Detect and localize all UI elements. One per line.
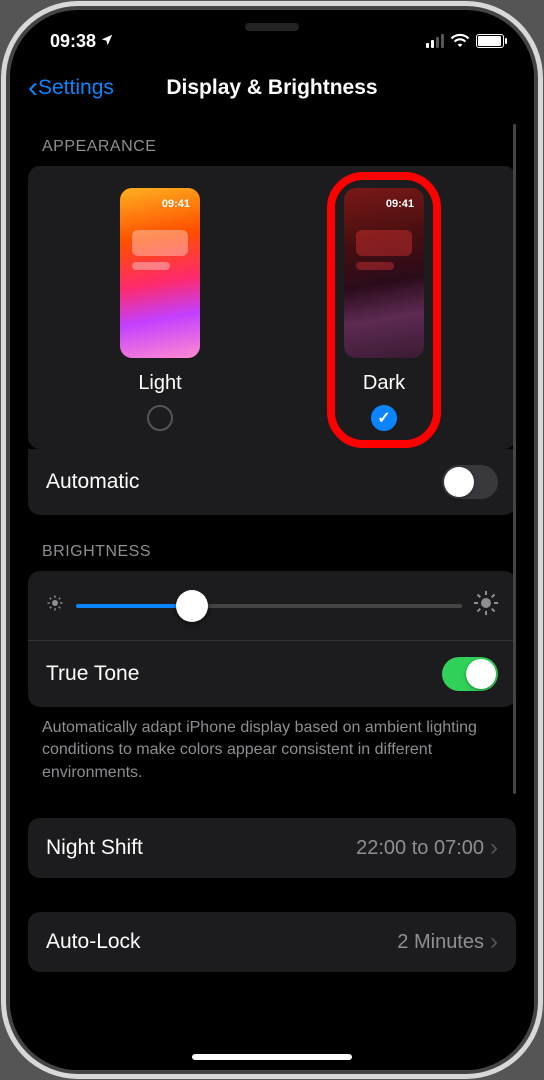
brightness-panel: True Tone (28, 571, 516, 707)
cellular-signal-icon (426, 34, 444, 48)
theme-option-light[interactable]: 09:41 Light (75, 188, 245, 431)
chevron-right-icon: › (490, 834, 498, 862)
chevron-right-icon: › (490, 928, 498, 956)
theme-label-light: Light (138, 372, 181, 395)
auto-lock-panel: Auto-Lock 2 Minutes › (28, 912, 516, 972)
auto-lock-label: Auto-Lock (46, 930, 141, 954)
appearance-header: APPEARANCE (28, 116, 516, 166)
auto-lock-row[interactable]: Auto-Lock 2 Minutes › (28, 912, 516, 972)
night-shift-panel: Night Shift 22:00 to 07:00 › (28, 818, 516, 878)
theme-thumbnail-dark: 09:41 (344, 188, 424, 358)
location-icon (100, 31, 114, 52)
thumb-time-light: 09:41 (162, 198, 190, 210)
true-tone-row: True Tone (28, 640, 516, 707)
auto-lock-value: 2 Minutes (397, 931, 484, 954)
thumb-time-dark: 09:41 (386, 198, 414, 210)
battery-icon (476, 34, 504, 48)
theme-radio-light[interactable] (147, 405, 173, 431)
notch (157, 10, 387, 44)
brightness-slider-knob[interactable] (176, 590, 208, 622)
home-indicator[interactable] (192, 1054, 352, 1060)
back-button[interactable]: ‹ Settings (28, 73, 114, 103)
true-tone-label: True Tone (46, 662, 139, 686)
chevron-left-icon: ‹ (28, 73, 38, 103)
theme-label-dark: Dark (363, 372, 405, 395)
theme-radio-dark[interactable] (371, 405, 397, 431)
scrollbar[interactable] (513, 124, 516, 794)
brightness-low-icon (46, 594, 64, 617)
true-tone-footnote: Automatically adapt iPhone display based… (28, 707, 516, 784)
screen: ‹ Settings Display & Brightness APPEARAN… (10, 60, 534, 1070)
theme-thumbnail-light: 09:41 (120, 188, 200, 358)
true-tone-toggle[interactable] (442, 657, 498, 691)
automatic-row: Automatic (28, 449, 516, 515)
back-label: Settings (38, 76, 114, 100)
navigation-bar: ‹ Settings Display & Brightness (10, 60, 534, 116)
night-shift-label: Night Shift (46, 836, 143, 860)
status-time: 09:38 (50, 31, 96, 52)
brightness-high-icon (474, 591, 498, 620)
wifi-icon (450, 31, 470, 52)
night-shift-row[interactable]: Night Shift 22:00 to 07:00 › (28, 818, 516, 878)
brightness-slider-row (28, 571, 516, 640)
brightness-slider[interactable] (76, 604, 462, 608)
phone-frame: 09:38 ‹ Settings Display & Brightness AP… (10, 10, 534, 1070)
appearance-panel: 09:41 Light 09:41 (28, 166, 516, 449)
automatic-toggle[interactable] (442, 465, 498, 499)
content[interactable]: APPEARANCE 09:41 Light (28, 116, 516, 1070)
night-shift-value: 22:00 to 07:00 (356, 837, 484, 860)
theme-option-dark[interactable]: 09:41 Dark (299, 188, 469, 431)
brightness-header: BRIGHTNESS (28, 515, 516, 571)
automatic-label: Automatic (46, 470, 139, 494)
